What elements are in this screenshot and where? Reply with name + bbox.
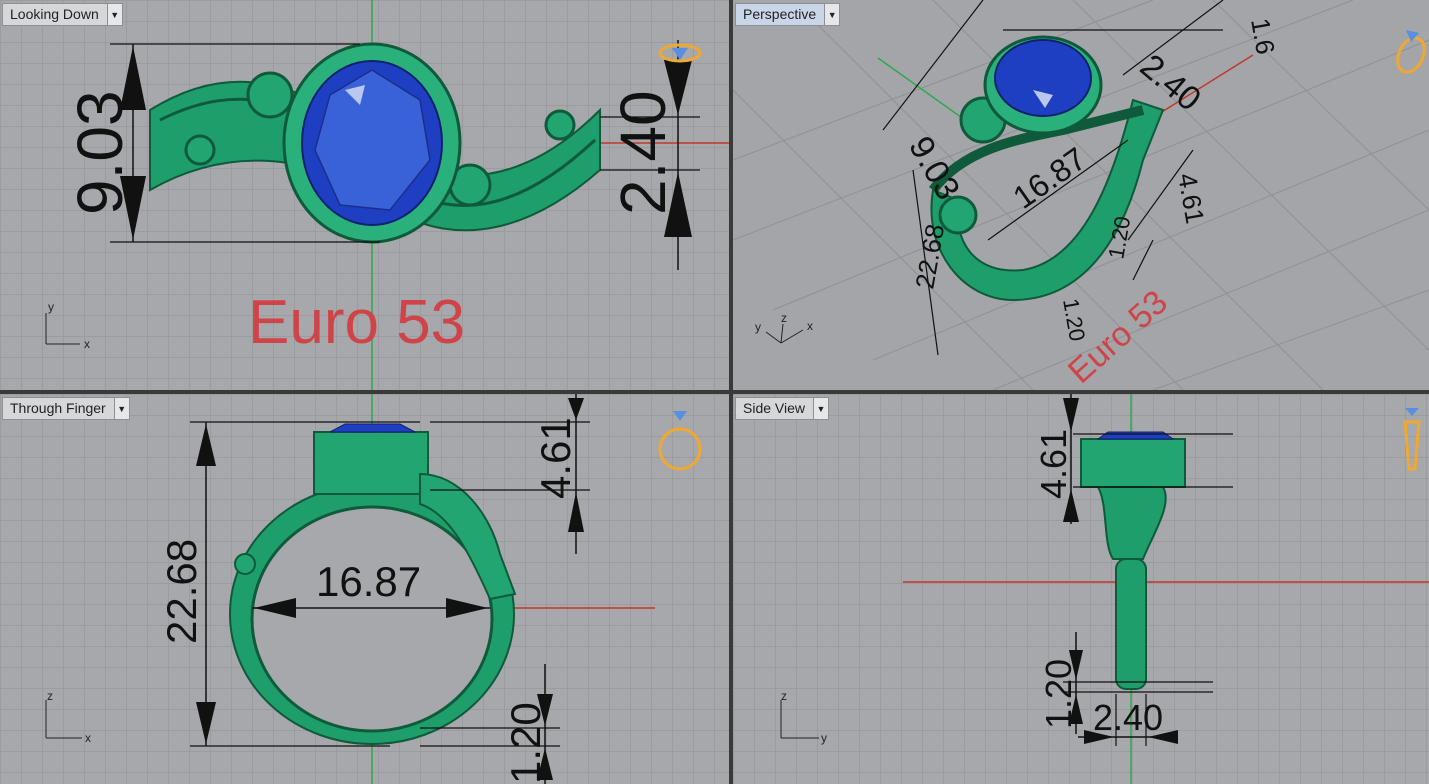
ring-inner-shape bbox=[250, 505, 494, 733]
viewport-side-view[interactable]: Side View ▼ 4.61 1.20 2.40 z y bbox=[733, 394, 1429, 784]
viewport-tab-side-view[interactable]: Side View ▼ bbox=[735, 397, 830, 420]
dropdown-arrow-icon[interactable]: ▼ bbox=[824, 4, 840, 25]
dropdown-arrow-icon[interactable]: ▼ bbox=[113, 398, 129, 419]
dimension-outer-label: 22.68 bbox=[158, 539, 205, 644]
viewport-perspective[interactable]: Perspective ▼ 9.03 2.40 16.87 4.61 22.68… bbox=[733, 0, 1429, 390]
dimension-inner-label: 16.87 bbox=[316, 558, 421, 605]
looking-down-scene: 9.03 2.40 Euro 53 y x bbox=[45, 0, 729, 390]
dimension-persp-outer: 22.68 bbox=[909, 222, 950, 291]
viewport-tab-label: Side View bbox=[743, 400, 806, 416]
axis-x-label: x bbox=[84, 337, 90, 351]
viewport-tab-looking-down[interactable]: Looking Down ▼ bbox=[2, 3, 123, 26]
viewport-looking-down[interactable]: Looking Down ▼ 9.03 2.40 Euro 53 y x bbox=[0, 0, 729, 390]
viewport-tab-label: Through Finger bbox=[10, 400, 106, 416]
viewport-tab-label: Perspective bbox=[743, 6, 817, 22]
side-view-scene: 4.61 1.20 2.40 z y bbox=[780, 394, 1429, 784]
viewport-through-finger[interactable]: Through Finger ▼ 22.68 16.87 4.61 1.20 z… bbox=[0, 394, 729, 784]
perspective-scene: 9.03 2.40 16.87 4.61 22.68 1.20 1.20 1.6… bbox=[733, 0, 1429, 390]
dimension-side-band-label: 1.20 bbox=[1038, 659, 1079, 729]
viewport-tab-perspective[interactable]: Perspective ▼ bbox=[735, 3, 841, 26]
through-finger-scene: 22.68 16.87 4.61 1.20 z x bbox=[45, 394, 702, 784]
axis-y-label: y bbox=[755, 320, 761, 334]
ring-perspective-view-icon bbox=[1396, 30, 1426, 74]
dimension-width-label: 9.03 bbox=[64, 90, 136, 215]
axis-z-label: z bbox=[781, 311, 787, 325]
dimension-shank-label: 2.40 bbox=[607, 90, 679, 215]
ring-side-view-icon bbox=[1403, 408, 1421, 471]
dimension-persp-top: 1.6 bbox=[1245, 16, 1281, 57]
axis-y-label: y bbox=[821, 731, 827, 745]
axis-x-label: x bbox=[807, 319, 813, 333]
viewport-tab-through-finger[interactable]: Through Finger ▼ bbox=[2, 397, 130, 420]
viewport-tab-label: Looking Down bbox=[10, 6, 99, 22]
axis-y-label: y bbox=[48, 300, 54, 314]
dimension-persp-head: 4.61 bbox=[1172, 171, 1210, 226]
axis-z-label: z bbox=[781, 689, 787, 703]
dimension-side-width-label: 2.40 bbox=[1093, 697, 1163, 738]
dimension-head-label: 4.61 bbox=[532, 417, 579, 499]
dimension-persp-inner: 16.87 bbox=[1006, 140, 1092, 215]
ring-size-label: Euro 53 bbox=[248, 288, 465, 357]
axis-z-label: z bbox=[47, 689, 53, 703]
ring-top-view-icon bbox=[658, 43, 702, 63]
dimension-band-label: 1.20 bbox=[502, 702, 549, 784]
ring-front-view-icon bbox=[658, 411, 702, 471]
dimension-side-head-label: 4.61 bbox=[1033, 429, 1074, 499]
axis-x-label: x bbox=[85, 731, 91, 745]
dimension-persp-band-width: 1.20 bbox=[1058, 297, 1090, 344]
dropdown-arrow-icon[interactable]: ▼ bbox=[813, 398, 829, 419]
dropdown-arrow-icon[interactable]: ▼ bbox=[106, 4, 122, 25]
